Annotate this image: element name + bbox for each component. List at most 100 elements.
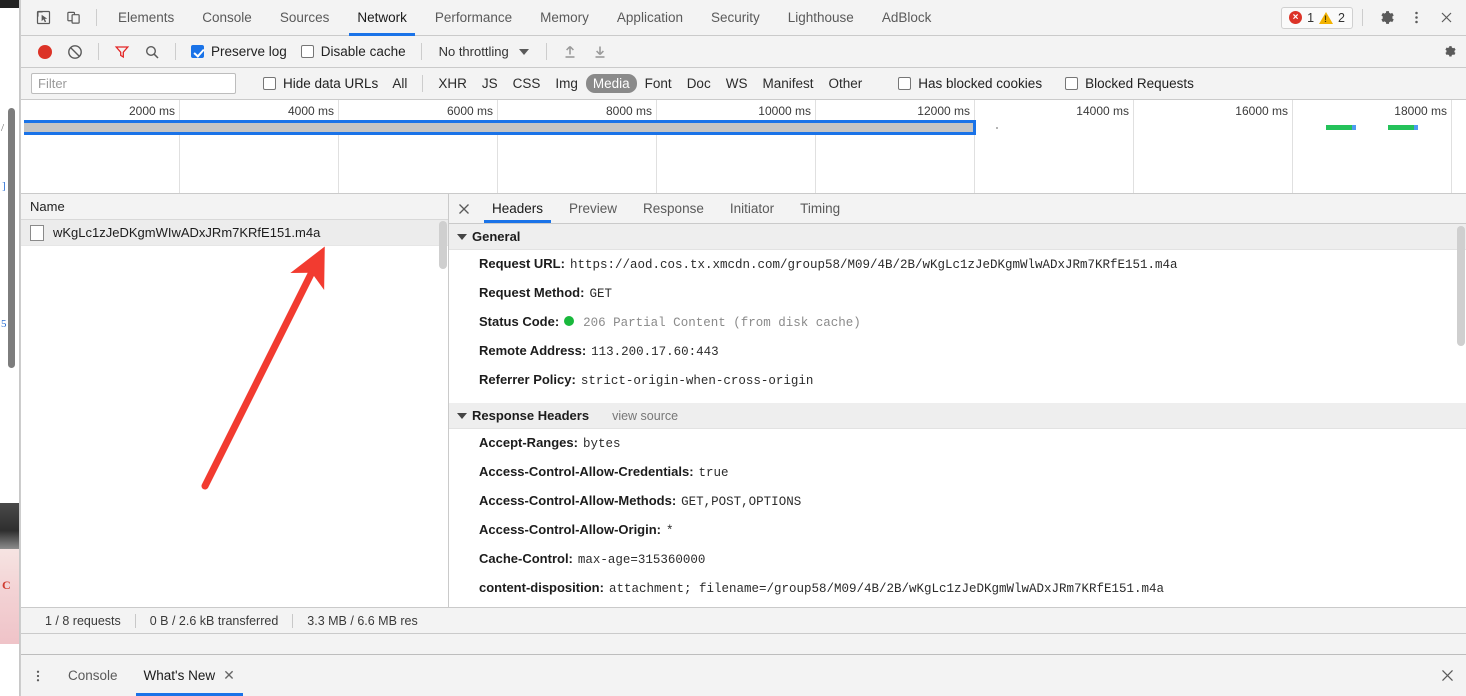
warning-count: 2 [1338, 10, 1345, 25]
tab-application[interactable]: Application [603, 0, 697, 36]
network-timeline-overview[interactable]: 2000 ms 4000 ms 6000 ms 8000 ms 10000 ms… [21, 100, 1466, 194]
requests-list-pane: Name wKgLc1zJeDKgmWIwADxJRm7KRfE151.m4a [21, 194, 449, 607]
throttling-select[interactable]: No throttling [431, 40, 537, 64]
requests-column-header[interactable]: Name [21, 194, 448, 220]
checkbox-box [898, 77, 912, 90]
drawer-close-icon[interactable] [1428, 655, 1466, 696]
tab-headers[interactable]: Headers [479, 194, 556, 223]
header-value: strict-origin-when-cross-origin [580, 374, 814, 388]
header-row: Access-Control-Allow-Credentials: true [449, 458, 1466, 487]
tab-performance[interactable]: Performance [421, 0, 526, 36]
timeline-gridline [815, 100, 816, 193]
headers-content: General Request URL: https://aod.cos.tx.… [449, 224, 1466, 607]
header-row: Referrer Policy: strict-origin-when-cros… [449, 366, 1466, 395]
record-button[interactable] [31, 39, 59, 65]
page-scrollbar[interactable] [8, 108, 15, 368]
inspect-element-icon[interactable] [29, 5, 57, 31]
header-value[interactable]: https://aod.cos.tx.xmcdn.com/group58/M09… [570, 257, 1178, 273]
filter-divider [422, 75, 424, 92]
filter-input[interactable] [31, 73, 236, 94]
filter-type-xhr[interactable]: XHR [431, 74, 474, 93]
table-row[interactable]: wKgLc1zJeDKgmWIwADxJRm7KRfE151.m4a [21, 220, 448, 246]
disable-cache-checkbox[interactable]: Disable cache [295, 40, 412, 64]
search-icon[interactable] [138, 39, 166, 65]
preserve-log-checkbox[interactable]: Preserve log [185, 40, 293, 64]
filter-type-js[interactable]: JS [475, 74, 505, 93]
filter-type-doc[interactable]: Doc [680, 74, 718, 93]
devtools-tool-icons [21, 5, 104, 31]
network-filter-bar: Hide data URLs All XHR JS CSS Img Media … [21, 68, 1466, 100]
tab-initiator[interactable]: Initiator [717, 194, 787, 223]
network-settings-icon[interactable] [1438, 39, 1466, 65]
tab-network[interactable]: Network [343, 0, 421, 36]
filter-type-other[interactable]: Other [821, 74, 869, 93]
tab-adblock[interactable]: AdBlock [868, 0, 946, 36]
hide-data-urls-checkbox[interactable]: Hide data URLs [257, 72, 384, 96]
filter-type-css[interactable]: CSS [506, 74, 548, 93]
tab-preview[interactable]: Preview [556, 194, 630, 223]
warning-icon [1319, 11, 1334, 24]
requests-list-scrollbar[interactable] [439, 221, 447, 269]
sliver-fragment-0: / [1, 122, 5, 134]
error-count: 1 [1307, 10, 1315, 25]
network-toolbar: Preserve log Disable cache No throttling [21, 36, 1466, 68]
tab-label: Console [202, 10, 252, 25]
more-vertical-icon[interactable] [1402, 5, 1430, 31]
drawer-tab-close-icon[interactable]: ✕ [223, 667, 235, 684]
header-value: GET,POST,OPTIONS [681, 495, 802, 509]
timeline-green-bar-2-cap [1414, 125, 1418, 130]
issues-counter[interactable]: × 1 2 [1281, 6, 1353, 29]
import-har-icon[interactable] [556, 39, 584, 65]
sliver-fragment-1: ] [2, 180, 6, 192]
tab-label: Memory [540, 10, 589, 25]
checkbox-box [263, 77, 276, 90]
toolbar-divider [96, 9, 97, 26]
gear-icon[interactable] [1372, 5, 1400, 31]
general-section-header[interactable]: General [449, 224, 1466, 250]
has-blocked-cookies-checkbox[interactable]: Has blocked cookies [892, 72, 1048, 96]
chevron-down-icon [518, 48, 529, 55]
checkbox-box [1065, 77, 1079, 90]
timeline-bar-end-cap [973, 120, 976, 135]
header-value: 206 Partial Content (from disk cache) [583, 316, 861, 330]
filter-type-ws[interactable]: WS [719, 74, 755, 93]
blocked-requests-checkbox[interactable]: Blocked Requests [1059, 72, 1200, 96]
header-value: * [666, 524, 674, 538]
timeline-tick-label: 16000 ms [1235, 104, 1288, 118]
details-close-icon[interactable] [449, 194, 479, 223]
tab-response[interactable]: Response [630, 194, 717, 223]
tab-console[interactable]: Console [188, 0, 266, 36]
close-icon[interactable] [1432, 5, 1460, 31]
tab-timing[interactable]: Timing [787, 194, 853, 223]
toolbar-divider-2 [175, 43, 176, 60]
filter-type-font[interactable]: Font [638, 74, 679, 93]
header-name: Accept-Ranges: [479, 435, 578, 450]
tab-security[interactable]: Security [697, 0, 774, 36]
tab-memory[interactable]: Memory [526, 0, 603, 36]
timeline-tick-label: 6000 ms [446, 104, 493, 118]
filter-icon[interactable] [108, 39, 136, 65]
export-har-icon[interactable] [586, 39, 614, 65]
has-blocked-cookies-label: Has blocked cookies [918, 76, 1043, 91]
tab-sources[interactable]: Sources [266, 0, 344, 36]
drawer-tab-console[interactable]: Console [55, 655, 131, 696]
details-tab-strip: Headers Preview Response Initiator Timin… [449, 194, 1466, 224]
filter-type-manifest[interactable]: Manifest [755, 74, 820, 93]
tab-elements[interactable]: Elements [104, 0, 188, 36]
header-row: content-disposition: attachment; filenam… [449, 574, 1466, 603]
device-toolbar-icon[interactable] [59, 5, 87, 31]
header-name: Access-Control-Allow-Origin: [479, 522, 662, 537]
view-source-link[interactable]: view source [612, 409, 678, 423]
filter-type-media[interactable]: Media [585, 74, 637, 93]
clear-button[interactable] [61, 39, 89, 65]
page-image-thumb-dark [0, 503, 20, 549]
tab-lighthouse[interactable]: Lighthouse [774, 0, 868, 36]
filter-type-img[interactable]: Img [548, 74, 585, 93]
filter-type-all[interactable]: All [385, 74, 414, 93]
drawer-more-icon[interactable] [21, 655, 55, 696]
details-scrollbar[interactable] [1457, 226, 1465, 346]
response-headers-section-header[interactable]: Response Headers view source [449, 403, 1466, 429]
timeline-gridline [1133, 100, 1134, 193]
header-row: Cache-Control: max-age=315360000 [449, 545, 1466, 574]
drawer-tab-whats-new[interactable]: What's New ✕ [131, 655, 248, 696]
